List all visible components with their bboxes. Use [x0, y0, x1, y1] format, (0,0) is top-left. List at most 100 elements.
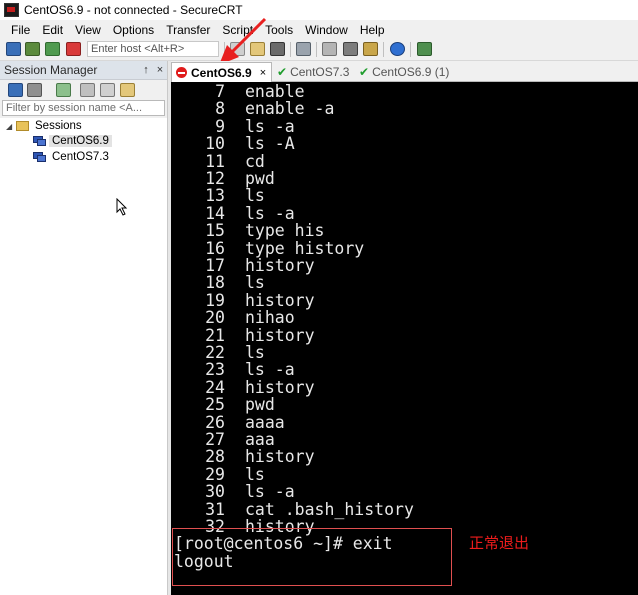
history-line: 30 ls -a: [171, 482, 295, 502]
menu-view[interactable]: View: [69, 23, 107, 37]
cut-icon[interactable]: [80, 83, 95, 97]
tab-centos69[interactable]: CentOS6.9 ×: [171, 62, 272, 82]
history-command: pwd: [245, 395, 275, 415]
history-number: 18: [205, 273, 225, 293]
session-filter-input[interactable]: Filter by session name <A...: [2, 100, 165, 116]
close-tab-icon[interactable]: ×: [260, 67, 266, 79]
connected-check-icon: ✔: [359, 64, 370, 79]
history-command: pwd: [245, 169, 275, 188]
history-line: 17 history: [171, 257, 314, 275]
history-number: 31: [205, 499, 225, 519]
history-number: 15: [205, 221, 225, 241]
history-command: ls: [245, 186, 265, 206]
history-line: 14 ls -a: [171, 204, 295, 222]
history-command: ls -a: [245, 360, 295, 380]
history-command: ls: [245, 343, 265, 362]
history-number: 26: [205, 412, 225, 432]
menu-help[interactable]: Help: [354, 23, 391, 37]
new-folder-icon[interactable]: [56, 83, 71, 97]
history-line: 8 enable -a: [171, 99, 335, 119]
tab-centos69-1[interactable]: ✔ CentOS6.9 (1): [355, 62, 455, 81]
help-icon[interactable]: [390, 42, 405, 56]
history-line: 13 ls: [171, 186, 265, 206]
toolbar-separator: [383, 42, 384, 57]
copy-session-icon[interactable]: [100, 83, 115, 97]
history-command: history: [245, 377, 315, 397]
history-number: 8: [215, 99, 225, 119]
history-number: 29: [205, 464, 225, 484]
menu-window[interactable]: Window: [299, 23, 354, 37]
print-icon[interactable]: [296, 42, 311, 56]
history-line: 15 type his: [171, 221, 324, 241]
history-line: 31 cat .bash_history: [171, 499, 414, 519]
menu-transfer[interactable]: Transfer: [160, 23, 216, 37]
history-line: 19 history: [171, 291, 314, 309]
history-number: 20: [205, 308, 225, 328]
history-command: cat .bash_history: [245, 499, 414, 519]
connect-tab-icon[interactable]: [45, 42, 60, 56]
connect-session-icon[interactable]: [8, 83, 23, 97]
history-number: 7: [215, 82, 225, 101]
history-line: 7 enable: [171, 82, 305, 101]
history-number: 27: [205, 430, 225, 449]
toolbar: Enter host <Alt+R>: [0, 39, 638, 61]
history-line: 9 ls -a: [171, 116, 295, 136]
quick-connect-icon[interactable]: [25, 42, 40, 56]
toolbar-separator: [290, 42, 291, 57]
history-command: enable -a: [245, 99, 335, 119]
pin-icon[interactable]: ↑: [139, 64, 153, 76]
history-number: 12: [205, 169, 225, 188]
paste-session-icon[interactable]: [120, 83, 135, 97]
menu-file[interactable]: File: [0, 23, 36, 37]
history-command: enable: [245, 82, 305, 101]
global-options-icon[interactable]: [343, 42, 358, 56]
history-line: 18 ls: [171, 273, 265, 293]
history-line: 16 type history: [171, 238, 365, 258]
history-command: ls -a: [245, 116, 295, 136]
connect-icon[interactable]: [6, 42, 21, 56]
tab-bar: CentOS6.9 × ✔ CentOS7.3 ✔ CentOS6.9 (1): [171, 61, 638, 82]
keymap-icon[interactable]: [363, 42, 378, 56]
history-number: 11: [205, 151, 225, 171]
enter-host-input[interactable]: Enter host <Alt+R>: [87, 41, 219, 57]
history-line: 27 aaa: [171, 430, 275, 449]
toolbar-separator: [410, 42, 411, 57]
securecrt-app-icon: [4, 3, 19, 17]
tree-item-centos69[interactable]: CentOS6.9: [33, 133, 112, 149]
tab-centos73[interactable]: ✔ CentOS7.3: [273, 62, 353, 81]
session-tree: ◢ Sessions CentOS6.9 CentOS7.3: [0, 118, 167, 595]
tree-item-sessions[interactable]: ◢ Sessions: [6, 118, 85, 134]
session-manager-toolbar: [0, 80, 167, 99]
history-command: type history: [245, 238, 365, 258]
terminal-pane[interactable]: 7 enable 8 enable -a 9 ls -a 10 ls -A 11 cd 12 pwd 1…: [171, 82, 638, 595]
history-number: 25: [205, 395, 225, 415]
new-session-icon[interactable]: [27, 83, 42, 97]
menu-options[interactable]: Options: [107, 23, 160, 37]
history-command: history: [245, 325, 315, 345]
history-command: history: [245, 447, 315, 467]
history-command: aaa: [245, 430, 275, 449]
history-number: 30: [205, 482, 225, 502]
annotation-box: [172, 528, 452, 586]
toolbar-separator: [316, 42, 317, 57]
history-line: 10 ls -A: [171, 134, 295, 154]
menu-edit[interactable]: Edit: [36, 23, 69, 37]
connected-check-icon: ✔: [277, 64, 288, 79]
expander-icon[interactable]: ◢: [6, 122, 16, 131]
close-icon[interactable]: ×: [153, 64, 167, 76]
history-line: 28 history: [171, 447, 315, 467]
history-line: 24 history: [171, 377, 315, 397]
history-number: 21: [205, 325, 225, 345]
history-line: 11 cd: [171, 151, 265, 171]
history-command: aaaa: [245, 412, 285, 432]
tree-item-centos73[interactable]: CentOS7.3: [33, 149, 112, 165]
history-number: 10: [205, 134, 225, 154]
history-number: 24: [205, 377, 225, 397]
session-options-icon[interactable]: [322, 42, 337, 56]
history-command: ls -a: [245, 482, 295, 502]
disconnect-icon[interactable]: [66, 42, 81, 56]
history-line: 26 aaaa: [171, 412, 285, 432]
tab-label: CentOS7.3: [290, 64, 350, 79]
history-line: 22 ls: [171, 343, 265, 362]
sftp-icon[interactable]: [417, 42, 432, 56]
